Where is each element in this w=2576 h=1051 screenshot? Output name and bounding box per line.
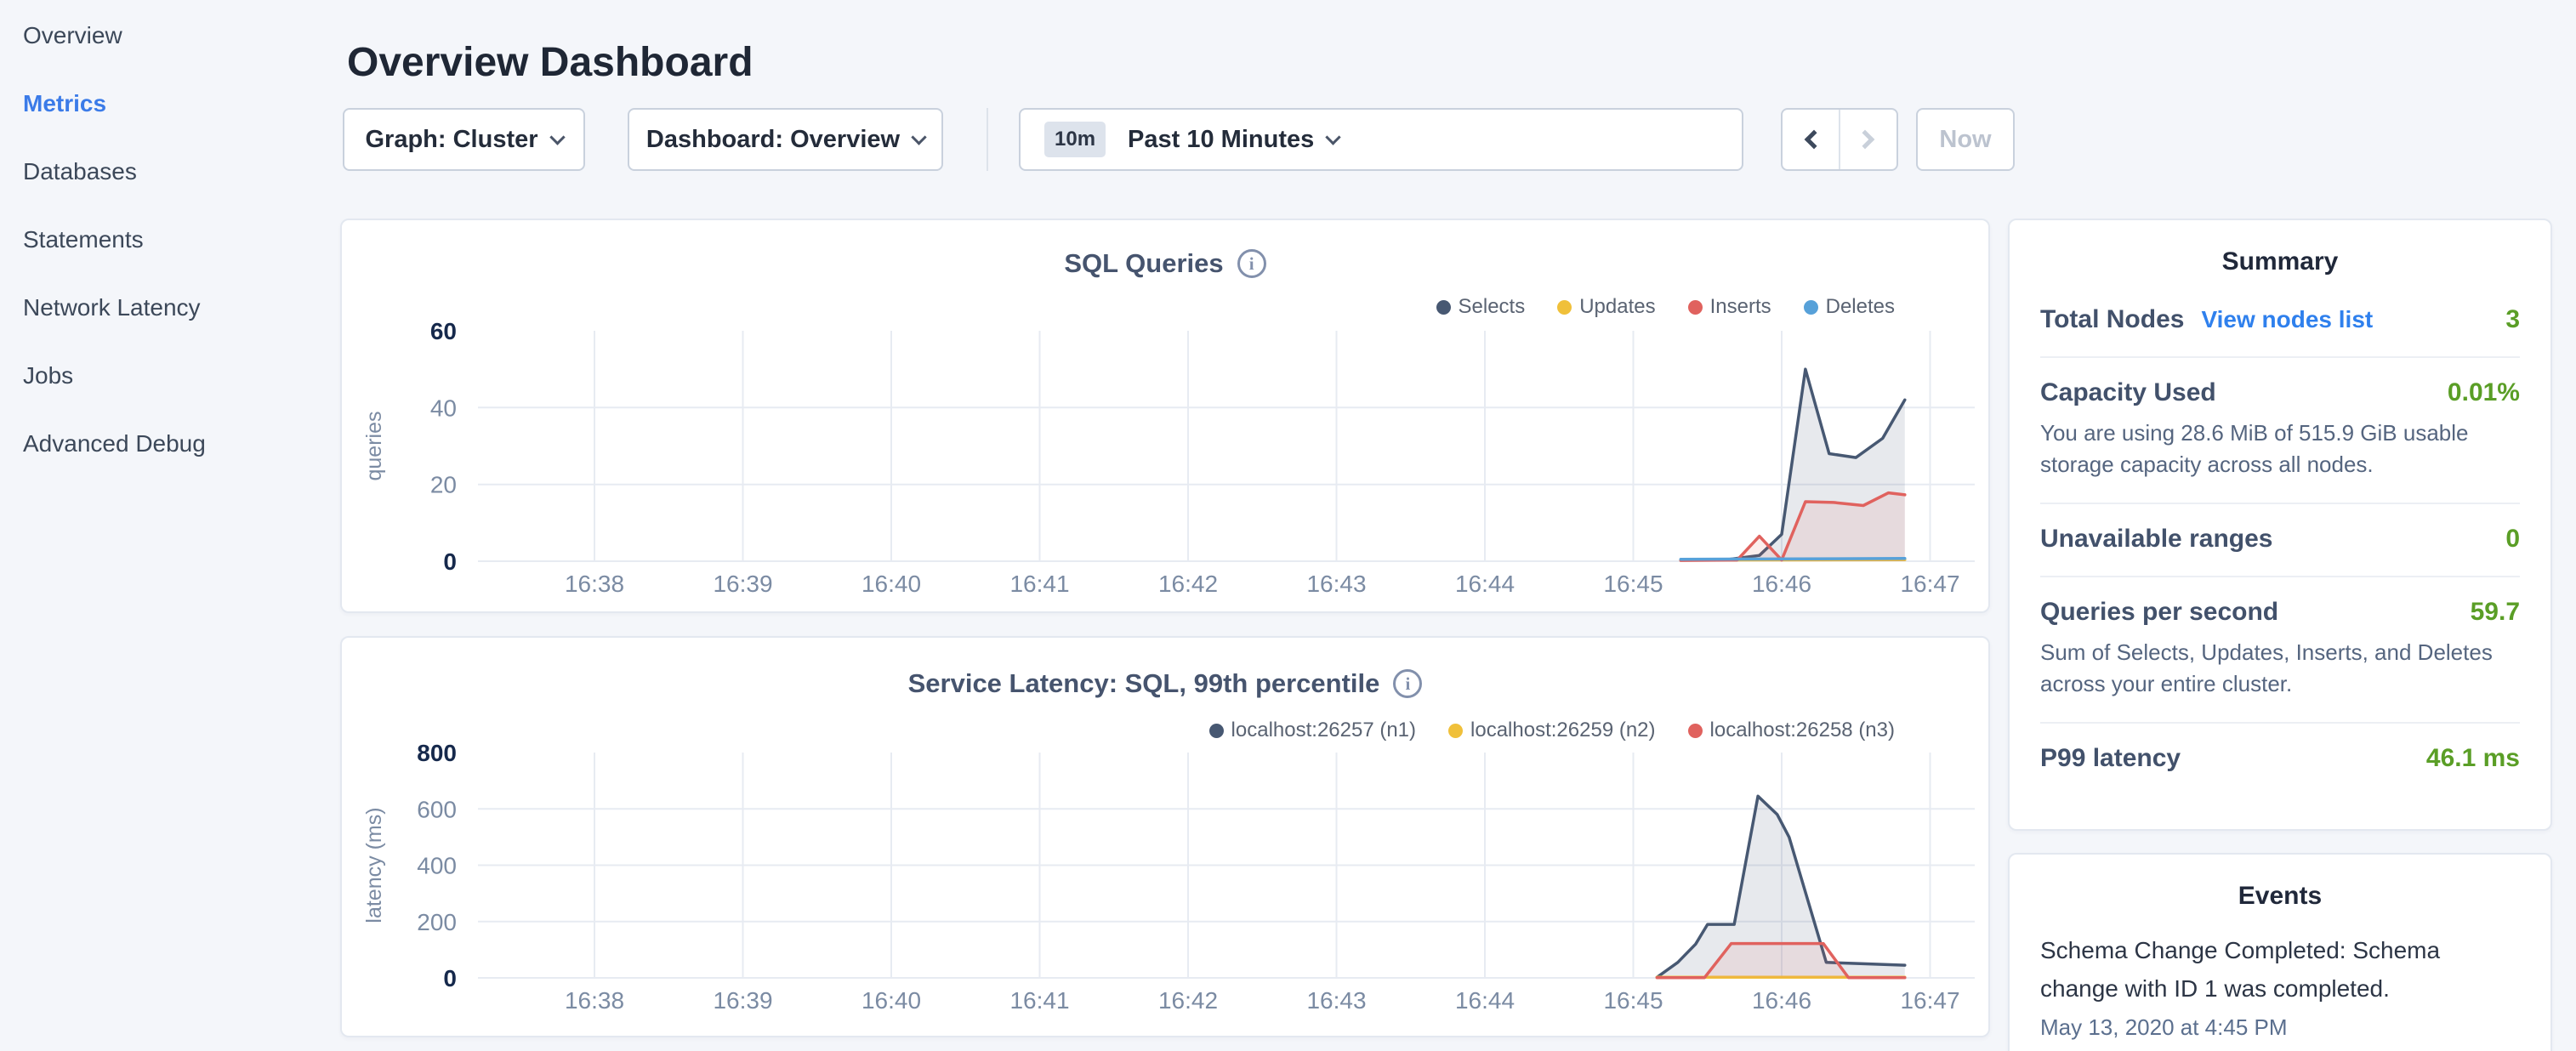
svg-text:800: 800	[417, 740, 457, 766]
summary-row-description: You are using 28.6 MiB of 515.9 GiB usab…	[2040, 418, 2520, 480]
sql-queries-chart-panel: SQL Queries i SelectsUpdatesInsertsDelet…	[340, 219, 1990, 613]
svg-text:16:39: 16:39	[713, 571, 772, 597]
dashboard-dropdown-label: Dashboard: Overview	[646, 126, 900, 154]
svg-text:16:45: 16:45	[1603, 987, 1663, 1014]
time-range-label: Past 10 Minutes	[1128, 126, 1314, 154]
event-timestamp: May 13, 2020 at 4:45 PM	[2040, 1014, 2520, 1041]
summary-row-unavailable-ranges: Unavailable ranges 0	[2040, 504, 2520, 577]
chevron-left-icon	[1805, 130, 1824, 150]
chevron-right-icon	[1856, 130, 1875, 150]
svg-text:16:46: 16:46	[1752, 987, 1811, 1014]
page-title: Overview Dashboard	[347, 39, 753, 86]
time-next-button[interactable]	[1840, 110, 1896, 169]
summary-row-total-nodes: Total Nodes View nodes list 3	[2040, 285, 2520, 358]
summary-row-label: Unavailable ranges	[2040, 525, 2272, 554]
sidebar-item-statements[interactable]: Statements	[0, 206, 323, 274]
dashboard-dropdown[interactable]: Dashboard: Overview	[628, 108, 943, 171]
view-nodes-link[interactable]: View nodes list	[2201, 306, 2373, 333]
sidebar-item-overview[interactable]: Overview	[0, 2, 323, 70]
svg-text:40: 40	[430, 395, 457, 421]
svg-text:60: 60	[430, 318, 457, 344]
summary-row-description: Sum of Selects, Updates, Inserts, and De…	[2040, 637, 2520, 700]
summary-row-capacity-used: Capacity Used 0.01% You are using 28.6 M…	[2040, 358, 2520, 504]
event-item[interactable]: Schema Change Completed: Schema change w…	[2010, 919, 2550, 1041]
summary-row-value: 0.01%	[2448, 378, 2520, 407]
svg-text:600: 600	[417, 796, 457, 822]
svg-text:0: 0	[443, 965, 457, 991]
svg-text:16:46: 16:46	[1752, 571, 1811, 597]
sql-queries-chart[interactable]: 16:38 16:39 16:40 16:41 16:42 16:43 16:44 16:45…	[342, 220, 1992, 615]
svg-text:latency (ms): latency (ms)	[362, 807, 386, 923]
summary-row-value: 3	[2505, 305, 2520, 334]
svg-text:20: 20	[430, 472, 457, 498]
svg-text:0: 0	[443, 548, 457, 575]
svg-text:queries: queries	[362, 412, 386, 481]
svg-text:400: 400	[417, 853, 457, 879]
summary-row-label: Queries per second	[2040, 598, 2278, 627]
service-latency-chart[interactable]: 16:38 16:39 16:40 16:41 16:42 16:43 16:44 16:45…	[342, 638, 1992, 1039]
time-prev-button[interactable]	[1783, 110, 1840, 169]
toolbar-divider	[987, 108, 988, 171]
time-pager	[1781, 108, 1898, 171]
summary-row-queries-per-second: Queries per second 59.7 Sum of Selects, …	[2040, 577, 2520, 724]
svg-text:16:38: 16:38	[565, 571, 624, 597]
svg-text:16:41: 16:41	[1009, 571, 1069, 597]
svg-text:200: 200	[417, 909, 457, 935]
svg-text:16:42: 16:42	[1158, 571, 1218, 597]
svg-text:16:43: 16:43	[1306, 571, 1366, 597]
svg-text:16:47: 16:47	[1900, 571, 1959, 597]
chevron-down-icon	[549, 129, 565, 145]
svg-text:16:40: 16:40	[862, 571, 921, 597]
summary-row-p99-latency: P99 latency 46.1 ms	[2040, 724, 2520, 795]
summary-row-value: 59.7	[2471, 598, 2520, 627]
sidebar-item-metrics[interactable]: Metrics	[0, 70, 323, 138]
svg-text:16:45: 16:45	[1603, 571, 1663, 597]
svg-text:16:40: 16:40	[862, 987, 921, 1014]
chevron-down-icon	[1326, 129, 1341, 145]
summary-panel: Summary Total Nodes View nodes list 3 Ca…	[2008, 219, 2552, 831]
event-text: Schema Change Completed: Schema change w…	[2040, 931, 2520, 1008]
summary-row-label: Total Nodes	[2040, 305, 2184, 334]
sidebar: Overview Metrics Databases Statements Ne…	[0, 0, 323, 1051]
sidebar-item-databases[interactable]: Databases	[0, 138, 323, 206]
svg-text:16:38: 16:38	[565, 987, 624, 1014]
svg-text:16:47: 16:47	[1900, 987, 1959, 1014]
chevron-down-icon	[911, 129, 926, 145]
summary-heading: Summary	[2010, 220, 2550, 285]
svg-text:16:44: 16:44	[1455, 987, 1515, 1014]
svg-text:16:44: 16:44	[1455, 571, 1515, 597]
time-range-badge: 10m	[1044, 122, 1106, 157]
svg-text:16:42: 16:42	[1158, 987, 1218, 1014]
service-latency-chart-panel: Service Latency: SQL, 99th percentile i …	[340, 636, 1990, 1037]
summary-row-value: 46.1 ms	[2426, 744, 2520, 773]
svg-text:16:43: 16:43	[1306, 987, 1366, 1014]
summary-row-value: 0	[2505, 525, 2520, 554]
summary-row-label: P99 latency	[2040, 744, 2181, 773]
graph-dropdown[interactable]: Graph: Cluster	[343, 108, 585, 171]
sidebar-item-jobs[interactable]: Jobs	[0, 342, 323, 410]
app-root: Overview Metrics Databases Statements Ne…	[0, 0, 2576, 1051]
events-panel: Events Schema Change Completed: Schema c…	[2008, 853, 2552, 1051]
now-button[interactable]: Now	[1916, 108, 2015, 171]
summary-row-label: Capacity Used	[2040, 378, 2216, 407]
svg-text:16:39: 16:39	[713, 987, 772, 1014]
time-range-dropdown[interactable]: 10m Past 10 Minutes	[1019, 108, 1743, 171]
graph-dropdown-label: Graph: Cluster	[365, 126, 537, 154]
events-heading: Events	[2010, 855, 2550, 919]
svg-text:16:41: 16:41	[1009, 987, 1069, 1014]
sidebar-item-network-latency[interactable]: Network Latency	[0, 274, 323, 342]
sidebar-item-advanced-debug[interactable]: Advanced Debug	[0, 410, 323, 478]
